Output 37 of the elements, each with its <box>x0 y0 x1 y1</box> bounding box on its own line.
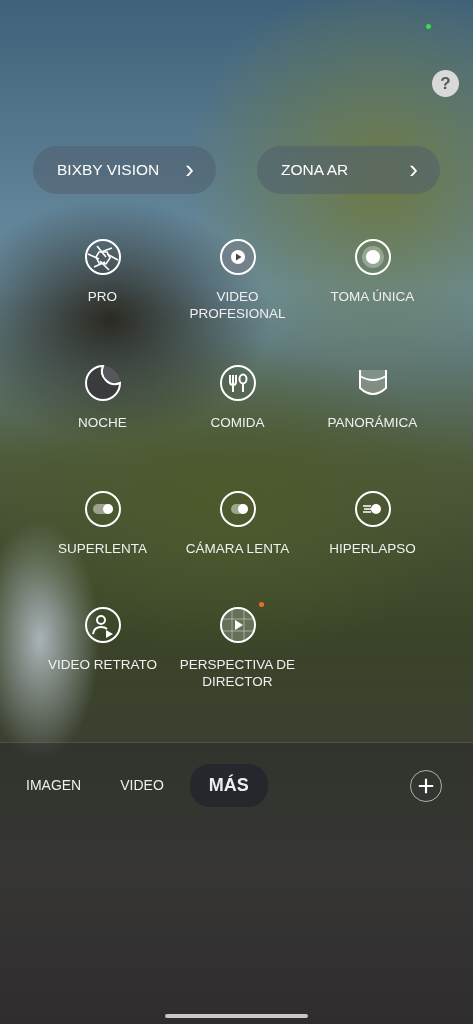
slow-motion-icon <box>83 490 122 528</box>
grid-play-icon <box>218 606 257 644</box>
mode-button[interactable] <box>83 238 122 276</box>
mode-button[interactable] <box>83 606 122 644</box>
mode-label: PERSPECTIVA DE DIRECTOR <box>178 656 297 690</box>
mode-button[interactable] <box>83 490 122 528</box>
mode-button[interactable] <box>218 490 257 528</box>
mode-button[interactable] <box>218 364 257 402</box>
indicator-dot-icon <box>426 24 431 29</box>
mode-label: VIDEO PROFESIONAL <box>188 288 287 322</box>
mode-label: COMIDA <box>210 414 265 431</box>
mode-label: SUPERLENTA <box>58 540 147 557</box>
mode-label: PRO <box>87 288 118 305</box>
mode-button[interactable] <box>218 238 257 276</box>
plus-icon <box>417 776 435 795</box>
person-play-icon <box>83 606 122 644</box>
mode-label: PANORÁMICA <box>327 414 418 431</box>
aperture-icon <box>83 238 122 276</box>
video-play-icon <box>218 238 257 276</box>
fast-motion-icon <box>353 490 392 528</box>
fork-spoon-icon <box>218 364 257 402</box>
mode-tab[interactable]: MÁS <box>189 764 268 807</box>
mode-label: CÁMARA LENTA <box>185 540 290 557</box>
quick-action-button[interactable]: BIXBY VISION › <box>33 146 216 194</box>
mode-tab[interactable]: IMAGEN <box>15 765 93 806</box>
mode-label: HIPERLAPSO <box>329 540 416 557</box>
mode-button[interactable] <box>83 364 122 402</box>
slow-motion-icon <box>218 490 257 528</box>
mode-button[interactable] <box>353 490 392 528</box>
mode-label: VIDEO RETRATO <box>48 656 157 673</box>
mode-label: NOCHE <box>78 414 127 431</box>
moon-icon <box>83 364 122 402</box>
mode-tab[interactable]: VIDEO <box>109 765 175 806</box>
quick-action-button[interactable]: ZONA AR › <box>257 146 440 194</box>
record-icon <box>353 238 392 276</box>
mode-button[interactable] <box>218 606 257 644</box>
mode-label: TOMA ÚNICA <box>330 288 415 305</box>
